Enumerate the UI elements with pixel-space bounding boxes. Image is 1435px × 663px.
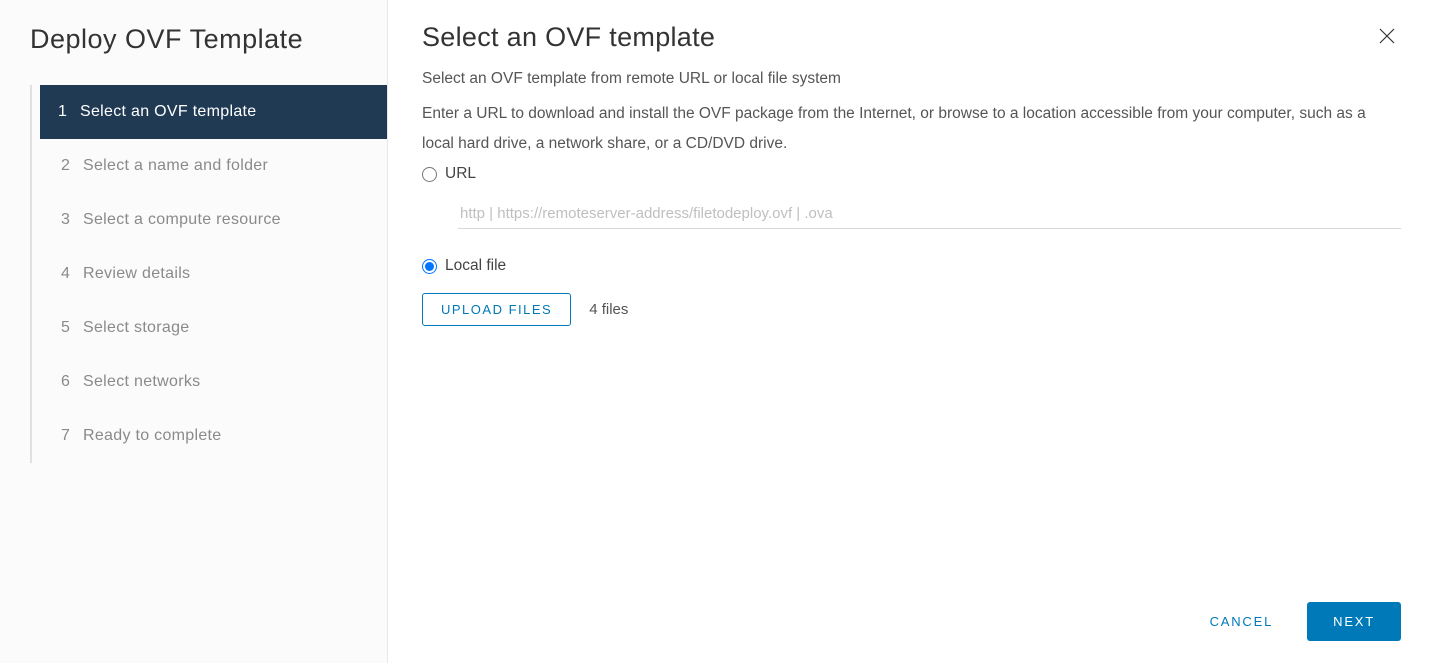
- files-count: 4 files: [589, 301, 628, 318]
- step-number: 4: [61, 265, 83, 283]
- wizard-title: Deploy OVF Template: [0, 24, 387, 85]
- url-input[interactable]: [458, 199, 1401, 229]
- local-file-radio-label: Local file: [445, 257, 506, 275]
- step-label: Ready to complete: [83, 427, 222, 445]
- step-label: Select a name and folder: [83, 157, 268, 175]
- step-number: 7: [61, 427, 83, 445]
- wizard-sidebar: Deploy OVF Template 1 Select an OVF temp…: [0, 0, 388, 663]
- step-label: Review details: [83, 265, 190, 283]
- url-radio-label: URL: [445, 165, 476, 183]
- step-number: 3: [61, 211, 83, 229]
- step-number: 1: [58, 103, 80, 121]
- step-2-select-name-folder[interactable]: 2 Select a name and folder: [30, 139, 387, 193]
- step-6-select-networks[interactable]: 6 Select networks: [30, 355, 387, 409]
- close-button[interactable]: [1373, 22, 1401, 55]
- step-label: Select a compute resource: [83, 211, 281, 229]
- step-4-review-details[interactable]: 4 Review details: [30, 247, 387, 301]
- step-3-select-compute-resource[interactable]: 3 Select a compute resource: [30, 193, 387, 247]
- local-file-radio[interactable]: [422, 259, 437, 274]
- page-title: Select an OVF template: [422, 22, 715, 53]
- page-description: Enter a URL to download and install the …: [422, 99, 1401, 159]
- url-radio[interactable]: [422, 167, 437, 182]
- step-label: Select an OVF template: [80, 103, 256, 121]
- step-number: 6: [61, 373, 83, 391]
- upload-row: UPLOAD FILES 4 files: [422, 293, 1401, 326]
- step-label: Select storage: [83, 319, 189, 337]
- step-number: 2: [61, 157, 83, 175]
- page-subtitle: Select an OVF template from remote URL o…: [422, 67, 1401, 91]
- wizard-main-panel: Select an OVF template Select an OVF tem…: [388, 0, 1435, 663]
- source-radio-group: URL Local file UPLOAD FILES 4 files: [422, 165, 1401, 326]
- step-7-ready-to-complete[interactable]: 7 Ready to complete: [30, 409, 387, 463]
- upload-files-button[interactable]: UPLOAD FILES: [422, 293, 571, 326]
- step-label: Select networks: [83, 373, 200, 391]
- step-5-select-storage[interactable]: 5 Select storage: [30, 301, 387, 355]
- main-header: Select an OVF template: [422, 22, 1401, 67]
- close-icon: [1377, 26, 1397, 46]
- wizard-steps: 1 Select an OVF template 2 Select a name…: [0, 85, 387, 463]
- cancel-button[interactable]: CANCEL: [1202, 604, 1282, 639]
- next-button[interactable]: NEXT: [1307, 602, 1401, 641]
- url-option-row[interactable]: URL: [422, 165, 1401, 183]
- step-1-select-ovf-template[interactable]: 1 Select an OVF template: [40, 85, 387, 139]
- local-file-option-row[interactable]: Local file: [422, 257, 1401, 275]
- wizard-footer: CANCEL NEXT: [422, 582, 1401, 663]
- step-number: 5: [61, 319, 83, 337]
